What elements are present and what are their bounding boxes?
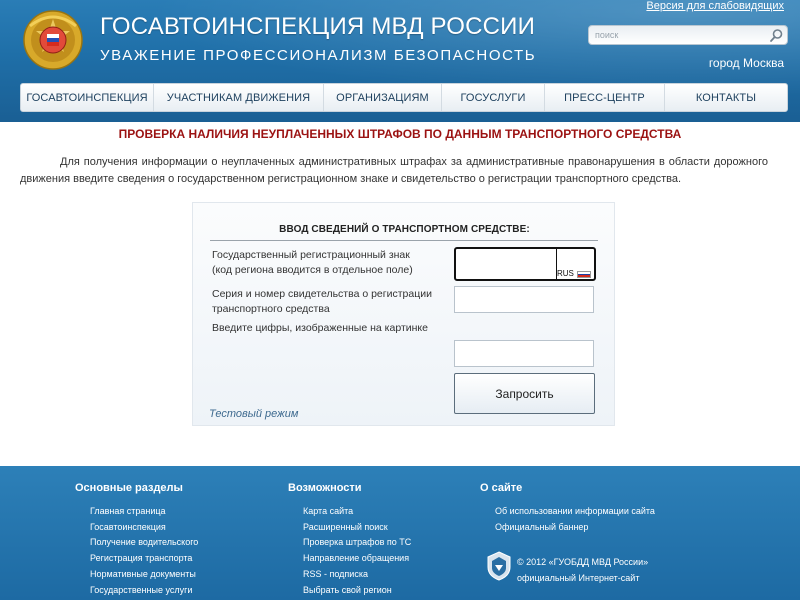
footer-link[interactable]: Выбрать свой регион — [303, 583, 411, 599]
plate-label: Государственный регистрационный знак (ко… — [212, 248, 413, 278]
footer-col-features: Возможности Карта сайта Расширенный поис… — [288, 482, 411, 598]
footer-heading: Возможности — [288, 482, 362, 494]
search-box — [588, 25, 788, 45]
test-mode-label: Тестовый режим — [209, 408, 299, 420]
certificate-label-line1: Серия и номер свидетельства о регистраци… — [212, 288, 432, 300]
site-title: ГОСАВТОИНСПЕКЦИЯ МВД РОССИИ — [100, 13, 536, 40]
footer-link[interactable]: Об использовании информации сайта — [495, 504, 655, 520]
form-divider — [210, 240, 598, 241]
nav-item-gosuslugi[interactable]: ГОСУСЛУГИ — [442, 84, 545, 111]
copyright-line1: © 2012 «ГУОБДД МВД России» — [517, 557, 649, 567]
footer-col-about: О сайте Об использовании информации сайт… — [480, 482, 655, 535]
plate-country-code: RUS — [557, 269, 574, 278]
site-slogan: УВАЖЕНИЕ ПРОФЕССИОНАЛИЗМ БЕЗОПАСНОСТЬ — [100, 47, 537, 64]
nav-item-organizaciyam[interactable]: ОРГАНИЗАЦИЯМ — [324, 84, 442, 111]
certificate-input[interactable] — [454, 286, 594, 313]
footer-emblem-icon — [487, 551, 511, 581]
search-icon[interactable] — [769, 28, 784, 43]
footer-heading: О сайте — [480, 482, 523, 494]
plate-label-line2: (код региона вводится в отдельное поле) — [212, 264, 413, 276]
gibdd-emblem-icon[interactable] — [20, 6, 86, 72]
footer-link[interactable]: Направление обращения — [303, 551, 411, 567]
plate-number-input[interactable] — [459, 252, 553, 276]
submit-button[interactable]: Запросить — [454, 373, 595, 414]
certificate-label: Серия и номер свидетельства о регистраци… — [212, 287, 432, 317]
intro-text: Для получения информации о неуплаченных … — [20, 156, 768, 185]
footer-link[interactable]: Получение водительского — [90, 535, 198, 551]
search-input[interactable] — [595, 28, 761, 42]
footer-heading: Основные разделы — [75, 482, 183, 494]
copyright-line2: официальный Интернет-сайт — [517, 572, 640, 583]
footer-link[interactable]: Главная страница — [90, 504, 198, 520]
footer-link[interactable]: Государственные услуги — [90, 583, 198, 599]
vehicle-form-panel: ВВОД СВЕДЕНИЙ О ТРАНСПОРТНОМ СРЕДСТВЕ: Г… — [192, 202, 615, 426]
nav-item-gosavtoinspekciya[interactable]: ГОСАВТОИНСПЕКЦИЯ — [21, 84, 154, 111]
captcha-input[interactable] — [454, 340, 594, 367]
footer-link[interactable]: Карта сайта — [303, 504, 411, 520]
nav-item-press-centr[interactable]: ПРЕСС-ЦЕНТР — [545, 84, 665, 111]
footer-link[interactable]: RSS - подписка — [303, 567, 411, 583]
form-title: ВВОД СВЕДЕНИЙ О ТРАНСПОРТНОМ СРЕДСТВЕ: — [279, 224, 530, 235]
plate-region-input[interactable] — [560, 251, 594, 267]
captcha-label: Введите цифры, изображенные на картинке — [212, 322, 428, 334]
page-title: ПРОВЕРКА НАЛИЧИЯ НЕУПЛАЧЕННЫХ ШТРАФОВ ПО… — [118, 127, 682, 141]
footer-link[interactable]: Официальный баннер — [495, 520, 655, 536]
footer-link[interactable]: Проверка штрафов по ТС — [303, 535, 411, 551]
footer-link[interactable]: Нормативные документы — [90, 567, 198, 583]
copyright-text: © 2012 «ГУОБДД МВД России» официальный И… — [517, 555, 648, 586]
footer-link[interactable]: Расширенный поиск — [303, 520, 411, 536]
main-nav: ГОСАВТОИНСПЕКЦИЯ УЧАСТНИКАМ ДВИЖЕНИЯ ОРГ… — [20, 83, 788, 112]
certificate-label-line2: транспортного средства — [212, 303, 330, 315]
footer-link[interactable]: Госавтоинспекция — [90, 520, 198, 536]
russian-flag-icon — [577, 271, 591, 278]
site-footer: Основные разделы Главная страница Госавт… — [0, 466, 800, 600]
footer-link[interactable]: Регистрация транспорта — [90, 551, 198, 567]
city-selector[interactable]: город Москва — [709, 56, 784, 70]
nav-item-kontakty[interactable]: КОНТАКТЫ — [665, 84, 787, 111]
accessible-version-link[interactable]: Версия для слабовидящих — [646, 0, 784, 12]
nav-item-uchastnikam-dvizheniya[interactable]: УЧАСТНИКАМ ДВИЖЕНИЯ — [154, 84, 324, 111]
footer-col-main-sections: Основные разделы Главная страница Госавт… — [75, 482, 198, 598]
plate-field: RUS — [454, 247, 596, 281]
plate-label-line1: Государственный регистрационный знак — [212, 249, 410, 261]
